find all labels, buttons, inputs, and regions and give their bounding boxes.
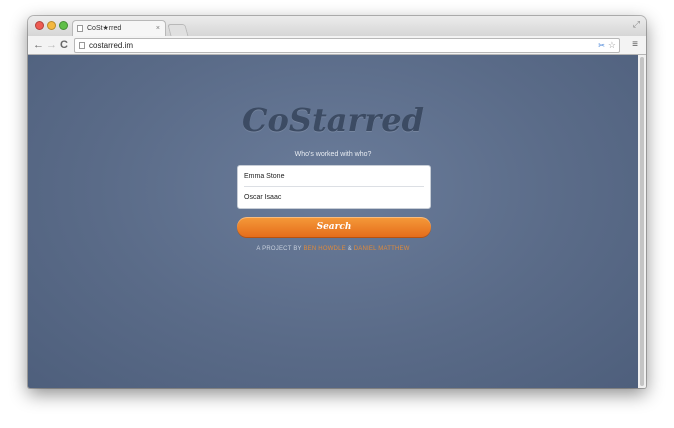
menu-icon[interactable]: ≡ — [632, 37, 638, 53]
actor-form — [237, 165, 431, 209]
back-icon[interactable]: ← — [33, 37, 44, 53]
site-logo[interactable]: CoStarred — [28, 101, 638, 139]
reload-icon[interactable]: C — [60, 37, 68, 53]
scrollbar[interactable] — [638, 55, 646, 388]
credits-join: & — [345, 246, 354, 252]
page-content: CoStarred Who's worked with who? Search … — [28, 55, 638, 388]
minimize-window-button[interactable] — [47, 21, 56, 30]
close-window-button[interactable] — [35, 21, 44, 30]
actor1-input[interactable] — [244, 166, 424, 186]
star-icon[interactable]: ☆ — [608, 39, 616, 52]
author-link-1[interactable]: BEN HOWDLE — [303, 246, 345, 252]
title-bar: CoSt★rred × ⤢ — [28, 16, 646, 37]
credits-prefix: A PROJECT BY — [256, 246, 304, 252]
scrollbar-thumb[interactable] — [640, 57, 644, 386]
page-icon — [77, 25, 83, 32]
url-text: costarred.im — [89, 41, 134, 50]
tab-title: CoSt★rred — [87, 25, 122, 32]
zoom-window-button[interactable] — [59, 21, 68, 30]
address-bar[interactable]: costarred.im ✂ ☆ — [74, 38, 620, 53]
actor2-input[interactable] — [244, 187, 424, 207]
browser-toolbar: ← → C costarred.im ✂ ☆ ≡ — [28, 36, 646, 55]
tab-close-icon[interactable]: × — [156, 21, 160, 36]
browser-window: CoSt★rred × ⤢ ← → C costarred.im ✂ ☆ ≡ C… — [28, 16, 646, 388]
expand-icon[interactable]: ⤢ — [633, 19, 640, 30]
browser-tab[interactable]: CoSt★rred × — [72, 20, 166, 37]
search-button[interactable]: Search — [237, 217, 431, 237]
credits: A PROJECT BY BEN HOWDLE & DANIEL MATTHEW — [28, 246, 638, 252]
extension-icon[interactable]: ✂ — [598, 39, 605, 52]
tagline: Who's worked with who? — [294, 151, 372, 158]
forward-icon[interactable]: → — [46, 37, 57, 53]
page-icon — [79, 42, 85, 49]
author-link-2[interactable]: DANIEL MATTHEW — [354, 246, 410, 252]
